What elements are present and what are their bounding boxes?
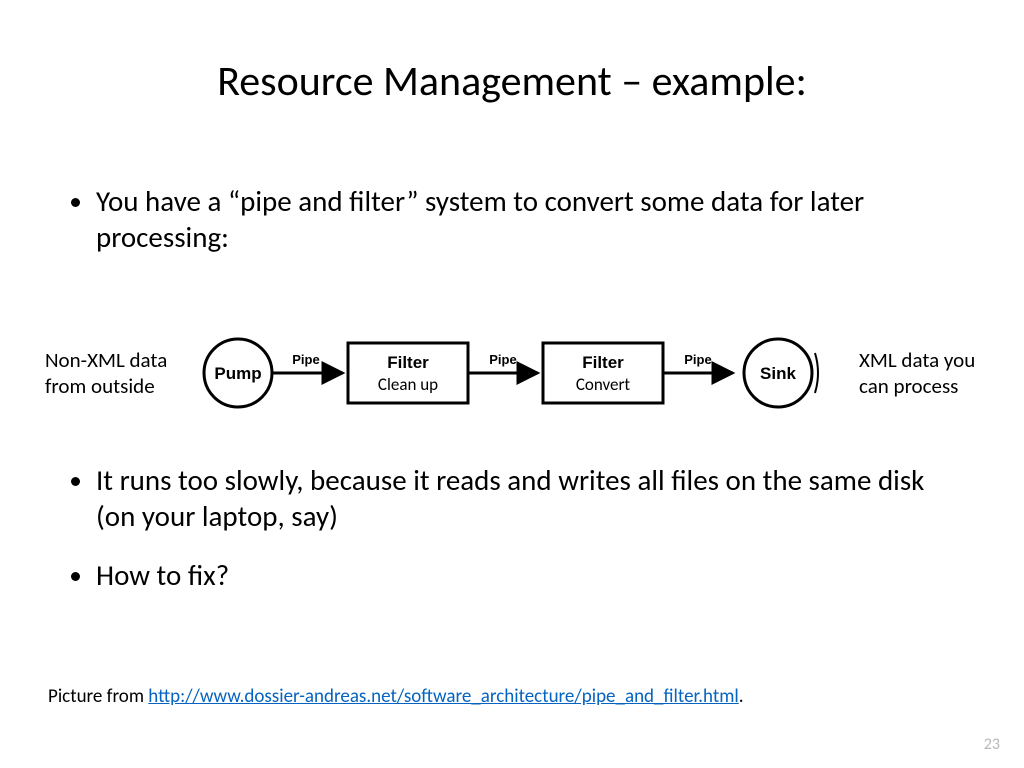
credit-link[interactable]: http://www.dossier-andreas.net/software_…	[148, 685, 738, 708]
picture-credit: Picture from http://www.dossier-andreas.…	[48, 685, 744, 708]
pipe-label-3: Pipe	[684, 352, 711, 367]
sink-label: Sink	[760, 364, 796, 383]
credit-prefix: Picture from	[48, 685, 148, 708]
bullet-3: How to fix?	[96, 557, 964, 593]
diagram-right-label: XML data you can process	[851, 347, 979, 400]
diagram-row: Non-XML data from outside Pump Pipe Filt…	[45, 318, 979, 428]
bullet-2: It runs too slowly, because it reads and…	[96, 462, 964, 535]
filter-1-sub: Clean up	[378, 374, 438, 395]
filter-2-title: Filter	[582, 353, 624, 372]
pipe-filter-diagram: Pump Pipe Filter Clean up Pipe Filter Co…	[175, 328, 851, 418]
sink-edge-decoration	[815, 353, 818, 393]
slide: Resource Management – example: You have …	[0, 0, 1024, 768]
slide-title: Resource Management – example:	[0, 56, 1024, 107]
page-number: 23	[984, 735, 1000, 754]
credit-suffix: .	[739, 685, 744, 708]
bullet-1: You have a “pipe and filter” system to c…	[96, 183, 964, 256]
bullet-list-bottom: It runs too slowly, because it reads and…	[68, 462, 964, 615]
filter-2-sub: Convert	[576, 374, 631, 395]
pump-label: Pump	[214, 364, 261, 383]
filter-1-title: Filter	[387, 353, 429, 372]
bullet-list-top: You have a “pipe and filter” system to c…	[68, 183, 964, 278]
pipe-label-1: Pipe	[292, 352, 319, 367]
diagram-left-label: Non-XML data from outside	[45, 347, 175, 400]
pipe-label-2: Pipe	[489, 352, 516, 367]
